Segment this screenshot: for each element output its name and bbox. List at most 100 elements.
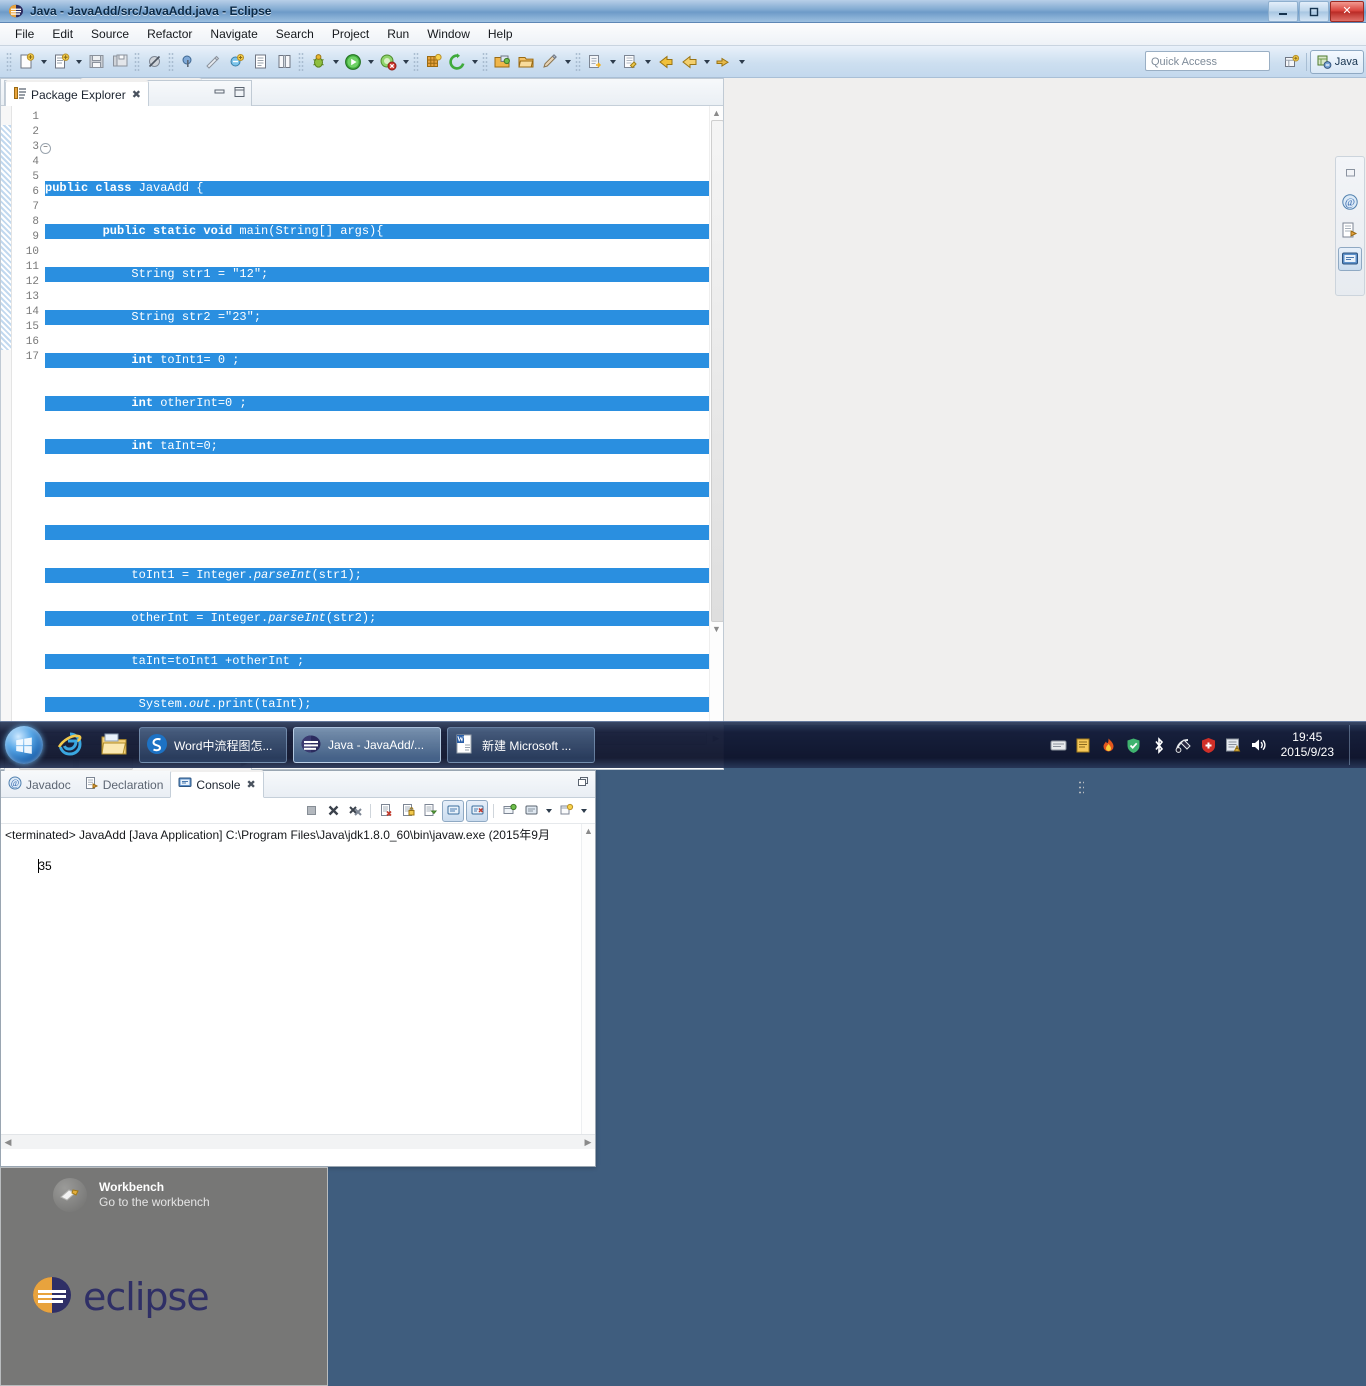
clear-console-icon[interactable] bbox=[376, 801, 396, 821]
next-annotation-icon[interactable] bbox=[584, 51, 606, 73]
annotation-dropdown-icon[interactable] bbox=[562, 51, 573, 73]
previous-edit-dropdown-icon[interactable] bbox=[642, 51, 653, 73]
taskbar-item-new-word[interactable]: W 新建 Microsoft ... bbox=[447, 727, 595, 763]
back-alt-icon[interactable] bbox=[678, 51, 700, 73]
next-annotation-dropdown-icon[interactable] bbox=[607, 51, 618, 73]
previous-edit-icon[interactable] bbox=[619, 51, 641, 73]
menu-navigate[interactable]: Navigate bbox=[201, 25, 266, 43]
forward-dropdown-icon[interactable] bbox=[736, 51, 747, 73]
minimize-button[interactable] bbox=[1268, 1, 1298, 22]
menu-refactor[interactable]: Refactor bbox=[138, 25, 201, 43]
scroll-up-icon[interactable]: ▲ bbox=[582, 824, 595, 837]
menu-project[interactable]: Project bbox=[323, 25, 378, 43]
close-icon[interactable]: ✖ bbox=[246, 778, 255, 791]
volume-icon[interactable] bbox=[1250, 736, 1268, 754]
satellite-icon[interactable] bbox=[1175, 736, 1193, 754]
antivirus-icon[interactable] bbox=[1200, 736, 1218, 754]
shield-tray-icon[interactable] bbox=[1125, 736, 1143, 754]
vscroll-thumb[interactable] bbox=[711, 120, 723, 622]
display-selected-console-icon[interactable] bbox=[466, 799, 488, 822]
console-output-area[interactable]: <terminated> JavaAdd [Java Application] … bbox=[1, 824, 595, 1149]
new-console-view-icon[interactable] bbox=[521, 801, 541, 821]
menu-edit[interactable]: Edit bbox=[43, 25, 82, 43]
toolbar-grip-6[interactable] bbox=[482, 51, 488, 72]
toolbar-grip-2[interactable] bbox=[134, 51, 140, 72]
external-tools-icon[interactable] bbox=[225, 51, 247, 73]
code-editor[interactable]: 1 2 3 − 4 5 6 7 8 9 10 11 12 13 14 15 16… bbox=[1, 106, 723, 746]
scroll-right-icon[interactable]: ▶ bbox=[581, 1137, 595, 1148]
menu-search[interactable]: Search bbox=[267, 25, 323, 43]
open-perspective-icon[interactable] bbox=[1281, 51, 1303, 73]
tab-package-explorer[interactable]: Package Explorer ✖ bbox=[5, 80, 149, 108]
run-dropdown-icon[interactable] bbox=[365, 51, 376, 73]
scroll-up-icon[interactable]: ▲ bbox=[710, 106, 723, 120]
skip-breakpoints-icon[interactable] bbox=[143, 51, 165, 73]
open-console-icon[interactable] bbox=[499, 801, 519, 821]
scroll-left-icon[interactable]: ◀ bbox=[1, 1137, 15, 1148]
coverage-dropdown-icon[interactable] bbox=[400, 51, 411, 73]
console-menu-dropdown-icon[interactable] bbox=[543, 800, 554, 822]
workbench-shortcut[interactable]: Workbench Go to the workbench bbox=[1, 1168, 327, 1212]
save-icon[interactable] bbox=[85, 51, 107, 73]
close-button[interactable]: ✕ bbox=[1330, 1, 1364, 22]
code-text[interactable]: public class JavaAdd { public static voi… bbox=[45, 106, 709, 746]
tab-declaration[interactable]: Declaration bbox=[78, 772, 171, 797]
open-console-dropdown-icon[interactable] bbox=[556, 801, 576, 821]
open-resource-icon[interactable] bbox=[491, 51, 513, 73]
action-center-icon[interactable] bbox=[1225, 736, 1243, 754]
console-vscrollbar[interactable]: ▲ ▼ bbox=[581, 824, 595, 1149]
remove-launch-icon[interactable] bbox=[323, 801, 343, 821]
flame-tray-icon[interactable] bbox=[1100, 736, 1118, 754]
new-package-icon[interactable] bbox=[422, 51, 444, 73]
coverage-icon[interactable] bbox=[377, 51, 399, 73]
new-wizard-icon[interactable] bbox=[15, 51, 37, 73]
show-desktop-button[interactable] bbox=[1349, 725, 1360, 765]
toolbar-grip-5[interactable] bbox=[413, 51, 419, 72]
editor-vscrollbar[interactable]: ▲ ▼ bbox=[709, 106, 723, 746]
refresh-icon[interactable] bbox=[446, 51, 468, 73]
menu-file[interactable]: File bbox=[6, 25, 43, 43]
new-java-class-icon[interactable] bbox=[50, 51, 72, 73]
notepad-tray-icon[interactable] bbox=[1075, 736, 1093, 754]
show-console-on-output-icon[interactable] bbox=[420, 801, 440, 821]
run-icon[interactable] bbox=[342, 51, 364, 73]
taskbar-item-word-doc[interactable]: Word中流程图怎... bbox=[139, 727, 287, 763]
back-icon[interactable] bbox=[654, 51, 676, 73]
tab-console[interactable]: Console ✖ bbox=[170, 770, 264, 798]
windows-start-icon[interactable] bbox=[0, 723, 48, 767]
quick-access-input[interactable]: Quick Access bbox=[1145, 51, 1270, 71]
restore-view-icon[interactable] bbox=[576, 775, 591, 789]
maximize-button[interactable] bbox=[1299, 1, 1329, 22]
terminate-icon[interactable] bbox=[301, 801, 321, 821]
tab-javadoc[interactable]: @ Javadoc bbox=[1, 772, 78, 797]
pin-console-icon[interactable] bbox=[442, 799, 464, 822]
close-icon[interactable]: ✖ bbox=[132, 88, 141, 101]
taskbar-item-eclipse[interactable]: Java - JavaAdd/... bbox=[293, 727, 441, 763]
forward-icon[interactable] bbox=[713, 51, 735, 73]
lock-scroll-icon[interactable] bbox=[398, 801, 418, 821]
menu-source[interactable]: Source bbox=[82, 25, 138, 43]
refresh-dropdown-icon[interactable] bbox=[469, 51, 480, 73]
new-java-class-dropdown-icon[interactable] bbox=[73, 51, 84, 73]
toolbar-grip-7[interactable] bbox=[575, 51, 581, 72]
toolbar-grip[interactable] bbox=[6, 51, 12, 72]
debug-dropdown-icon[interactable] bbox=[330, 51, 341, 73]
console-hscrollbar[interactable]: ◀ ▶ bbox=[1, 1134, 595, 1149]
internet-explorer-icon[interactable] bbox=[48, 723, 92, 767]
javadoc-icon[interactable]: @ bbox=[1339, 191, 1361, 213]
sash-handle[interactable] bbox=[1078, 780, 1084, 796]
console-icon[interactable] bbox=[1338, 247, 1362, 271]
open-type-icon[interactable] bbox=[249, 51, 271, 73]
declaration-icon[interactable] bbox=[1339, 219, 1361, 241]
save-all-icon[interactable] bbox=[109, 51, 131, 73]
remove-all-terminated-icon[interactable] bbox=[345, 801, 365, 821]
menu-help[interactable]: Help bbox=[479, 25, 522, 43]
menu-window[interactable]: Window bbox=[418, 25, 479, 43]
bluetooth-icon[interactable] bbox=[1150, 736, 1168, 754]
windows-explorer-icon[interactable] bbox=[92, 723, 136, 767]
restore-icon[interactable] bbox=[1339, 163, 1361, 185]
minimize-view-icon[interactable] bbox=[212, 85, 227, 99]
new-console-dropdown-icon[interactable] bbox=[578, 800, 589, 822]
toolbar-grip-3[interactable] bbox=[168, 51, 174, 72]
open-folder-icon[interactable] bbox=[515, 51, 537, 73]
